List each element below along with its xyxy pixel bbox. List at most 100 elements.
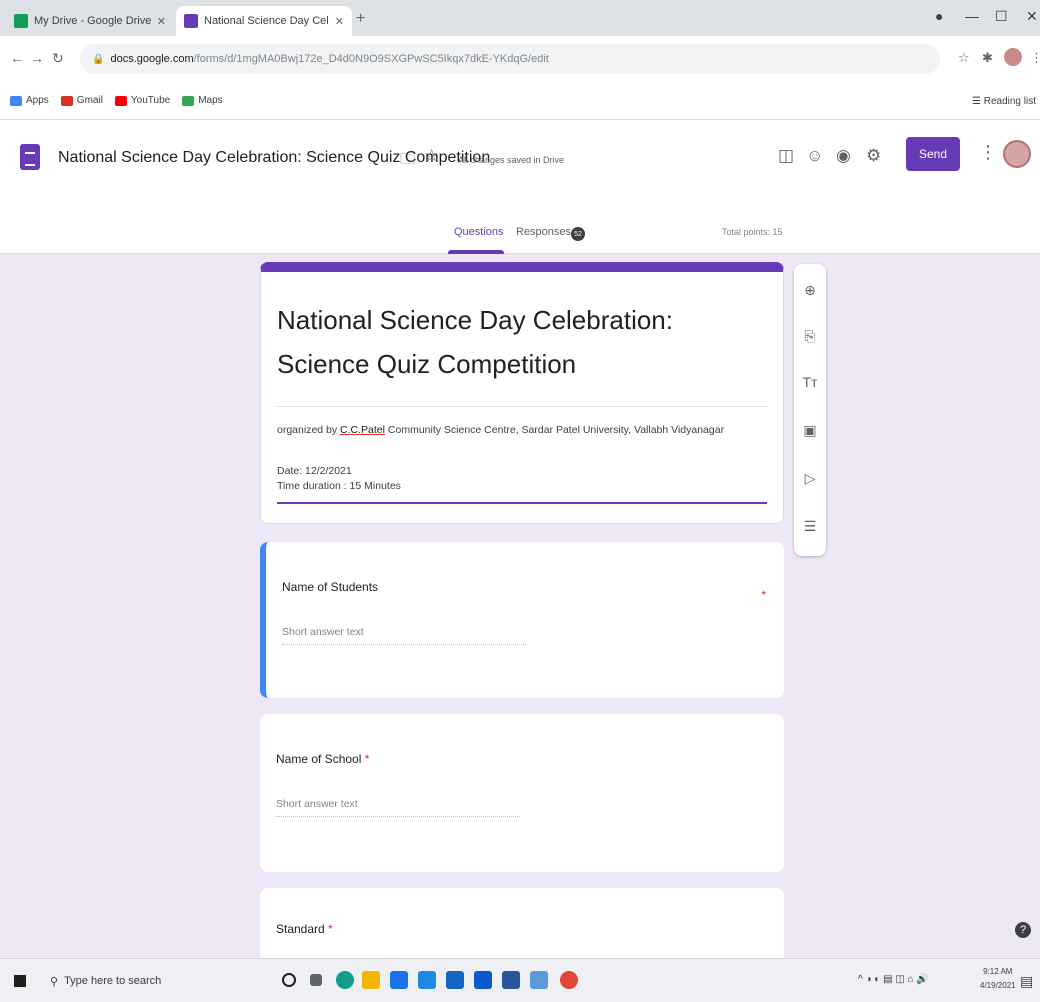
customize-theme-icon[interactable]: ◫ bbox=[778, 146, 794, 166]
tab-google-drive[interactable]: My Drive - Google Drive ✕ bbox=[6, 6, 174, 36]
notifications-icon[interactable]: ▤ bbox=[1020, 973, 1033, 990]
bookmarks-bar: Apps Gmail YouTube Maps ☰ Reading list bbox=[0, 82, 1040, 120]
title-underline bbox=[277, 406, 767, 407]
question-title[interactable]: Name of School * bbox=[276, 752, 369, 766]
account-avatar[interactable] bbox=[1003, 140, 1031, 168]
system-tray-icons[interactable]: ^ ◑ ◐ ▤ ◫ ⌂ 🔊 bbox=[858, 974, 929, 985]
new-tab-button[interactable]: + bbox=[356, 10, 365, 28]
add-video-icon[interactable]: ▷ bbox=[794, 470, 826, 487]
move-to-folder-icon[interactable]: 🗀 bbox=[400, 149, 415, 174]
search-icon: ⚲ bbox=[50, 975, 59, 988]
mail-icon[interactable] bbox=[474, 971, 492, 989]
app-icon[interactable] bbox=[418, 971, 436, 989]
desc-prefix: organized by bbox=[277, 424, 341, 436]
active-tab-indicator bbox=[448, 250, 504, 254]
maximize-button[interactable]: ☐ bbox=[995, 8, 1008, 25]
store-icon[interactable] bbox=[362, 971, 380, 989]
preview-eye-icon[interactable]: ◉ bbox=[836, 146, 851, 166]
bookmark-apps[interactable]: Apps bbox=[10, 95, 49, 106]
profile-dot-icon[interactable]: ● bbox=[935, 8, 943, 24]
add-image-icon[interactable]: ▣ bbox=[794, 422, 826, 439]
save-status: All changes saved in Drive bbox=[458, 155, 565, 165]
help-icon[interactable]: ? bbox=[1015, 922, 1031, 938]
bookmark-label: Apps bbox=[26, 95, 49, 106]
question-card-name-of-school[interactable]: Name of School * Short answer text bbox=[260, 714, 784, 872]
form-title[interactable]: National Science Day Celebration: Scienc… bbox=[277, 298, 767, 386]
taskbar-search-placeholder: Type here to search bbox=[64, 975, 162, 987]
question-title-text: Name of School bbox=[276, 752, 362, 766]
bookmark-maps[interactable]: Maps bbox=[182, 95, 223, 106]
back-icon[interactable]: ← bbox=[10, 50, 24, 66]
form-title-card[interactable]: National Science Day Celebration: Scienc… bbox=[260, 262, 784, 524]
required-asterisk: * bbox=[761, 588, 766, 602]
add-title-icon[interactable]: Tт bbox=[794, 374, 826, 390]
close-window-button[interactable]: ✕ bbox=[1026, 8, 1038, 25]
lock-icon[interactable]: 🔒 bbox=[92, 54, 104, 65]
form-description[interactable]: organized by C.C.Patel Community Science… bbox=[277, 424, 724, 436]
profile-avatar[interactable] bbox=[1004, 48, 1022, 66]
close-tab-icon[interactable]: ✕ bbox=[335, 15, 344, 28]
required-asterisk: * bbox=[364, 752, 370, 766]
send-button[interactable]: Send bbox=[906, 137, 960, 171]
extensions-icon[interactable]: ✱ bbox=[982, 50, 993, 66]
question-card-standard[interactable]: Standard * bbox=[260, 888, 784, 964]
question-card-name-of-students[interactable]: Name of Students * Short answer text bbox=[260, 542, 784, 698]
clock-time: 9:12 AM bbox=[983, 967, 1013, 976]
short-answer-placeholder: Short answer text bbox=[276, 798, 520, 817]
question-title[interactable]: Standard * bbox=[276, 922, 333, 936]
url-path: /forms/d/1mgMA0Bwj172e_D4d0N9O9SXGPwSC5I… bbox=[193, 53, 549, 65]
reading-list-button[interactable]: ☰ Reading list bbox=[972, 96, 1036, 107]
app-icon[interactable] bbox=[446, 971, 464, 989]
bookmark-label: Gmail bbox=[76, 95, 103, 106]
youtube-icon bbox=[114, 95, 127, 106]
bookmark-youtube[interactable]: YouTube bbox=[114, 95, 171, 106]
url-host: docs.google.com bbox=[110, 53, 194, 65]
chrome-icon[interactable] bbox=[560, 971, 578, 989]
browser-tab-strip: My Drive - Google Drive ✕ National Scien… bbox=[0, 0, 1040, 36]
maps-icon bbox=[182, 95, 195, 106]
apps-icon bbox=[10, 95, 22, 106]
app-icon[interactable] bbox=[530, 971, 548, 989]
windows-taskbar: ⚲ Type here to search ^ ◑ ◐ ▤ ◫ ⌂ 🔊 9:12… bbox=[0, 958, 1040, 1002]
tab-questions[interactable]: Questions bbox=[454, 226, 504, 238]
clock-date: 4/19/2021 bbox=[980, 981, 1016, 990]
bookmark-gmail[interactable]: Gmail bbox=[60, 95, 103, 106]
floating-side-toolbar: ⊕ ⎘ Tт ▣ ▷ ☰ bbox=[794, 264, 826, 556]
address-bar[interactable]: 🔒 docs.google.com /forms/d/1mgMA0Bwj172e… bbox=[80, 44, 940, 74]
add-section-icon[interactable]: ☰ bbox=[794, 518, 826, 535]
minimize-button[interactable]: — bbox=[965, 8, 979, 24]
star-icon[interactable]: ☆ bbox=[424, 146, 439, 166]
bookmark-star-icon[interactable]: ☆ bbox=[958, 50, 970, 66]
windows-start-icon[interactable] bbox=[14, 975, 26, 987]
more-options-icon[interactable]: ⋮ bbox=[979, 142, 997, 163]
word-icon[interactable] bbox=[502, 971, 520, 989]
tab-google-forms[interactable]: National Science Day Celebratio ✕ bbox=[176, 6, 352, 36]
responses-count-badge: 52 bbox=[571, 227, 585, 241]
edge-icon[interactable] bbox=[336, 971, 354, 989]
gmail-icon bbox=[60, 95, 73, 106]
import-questions-icon[interactable]: ⎘ bbox=[794, 328, 826, 345]
task-view-icon[interactable] bbox=[310, 974, 322, 986]
taskbar-clock[interactable]: 9:12 AM 4/19/2021 bbox=[980, 965, 1016, 993]
tab-label: My Drive - Google Drive bbox=[34, 15, 151, 27]
form-tabs: Questions Responses 52 Total points: 15 bbox=[0, 216, 1040, 254]
chrome-menu-icon[interactable]: ⋮ bbox=[1030, 50, 1040, 66]
google-forms-icon bbox=[184, 14, 198, 28]
question-title[interactable]: Name of Students bbox=[282, 580, 378, 594]
form-date-info[interactable]: Date: 12/2/2021 Time duration : 15 Minut… bbox=[277, 464, 401, 494]
close-tab-icon[interactable]: ✕ bbox=[157, 15, 166, 28]
add-question-icon[interactable]: ⊕ bbox=[794, 282, 826, 299]
palette-icon[interactable]: ☺ bbox=[806, 146, 823, 166]
question-title-text: Standard bbox=[276, 922, 325, 936]
settings-gear-icon[interactable]: ⚙ bbox=[866, 146, 881, 166]
tab-responses[interactable]: Responses bbox=[516, 226, 571, 238]
taskbar-search[interactable]: ⚲ Type here to search bbox=[40, 967, 270, 995]
bookmark-label: YouTube bbox=[130, 95, 171, 106]
cortana-icon[interactable] bbox=[282, 973, 296, 987]
google-forms-logo-icon[interactable] bbox=[20, 144, 40, 170]
required-asterisk: * bbox=[328, 922, 333, 936]
forward-icon[interactable]: → bbox=[30, 50, 44, 66]
file-explorer-icon[interactable] bbox=[390, 971, 408, 989]
reload-icon[interactable]: ↻ bbox=[52, 50, 64, 67]
bookmark-label: Maps bbox=[198, 95, 223, 106]
